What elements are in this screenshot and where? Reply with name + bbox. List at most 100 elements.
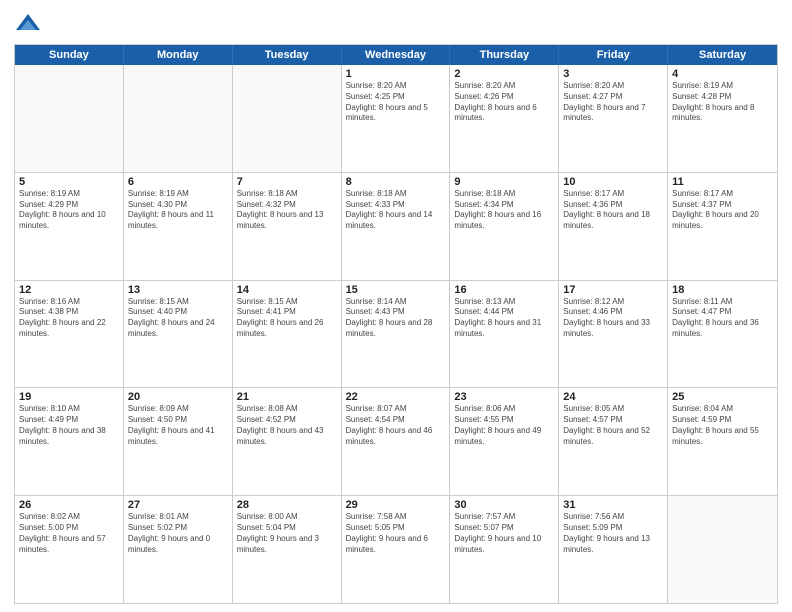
calendar-cell: 2Sunrise: 8:20 AM Sunset: 4:26 PM Daylig… [450, 65, 559, 172]
cell-info: Sunrise: 8:15 AM Sunset: 4:40 PM Dayligh… [128, 297, 228, 340]
day-number: 30 [454, 499, 554, 511]
calendar-cell: 15Sunrise: 8:14 AM Sunset: 4:43 PM Dayli… [342, 281, 451, 388]
logo-icon [14, 10, 42, 38]
calendar-week-4: 19Sunrise: 8:10 AM Sunset: 4:49 PM Dayli… [15, 387, 777, 495]
calendar-cell: 3Sunrise: 8:20 AM Sunset: 4:27 PM Daylig… [559, 65, 668, 172]
day-number: 4 [672, 68, 773, 80]
calendar-cell [15, 65, 124, 172]
day-number: 11 [672, 176, 773, 188]
cell-info: Sunrise: 7:57 AM Sunset: 5:07 PM Dayligh… [454, 512, 554, 555]
calendar-cell: 8Sunrise: 8:18 AM Sunset: 4:33 PM Daylig… [342, 173, 451, 280]
cell-info: Sunrise: 8:11 AM Sunset: 4:47 PM Dayligh… [672, 297, 773, 340]
day-number: 10 [563, 176, 663, 188]
calendar-cell: 27Sunrise: 8:01 AM Sunset: 5:02 PM Dayli… [124, 496, 233, 603]
calendar-cell: 26Sunrise: 8:02 AM Sunset: 5:00 PM Dayli… [15, 496, 124, 603]
calendar-cell: 19Sunrise: 8:10 AM Sunset: 4:49 PM Dayli… [15, 388, 124, 495]
calendar-week-5: 26Sunrise: 8:02 AM Sunset: 5:00 PM Dayli… [15, 495, 777, 603]
page: SundayMondayTuesdayWednesdayThursdayFrid… [0, 0, 792, 612]
cell-info: Sunrise: 8:16 AM Sunset: 4:38 PM Dayligh… [19, 297, 119, 340]
day-number: 12 [19, 284, 119, 296]
day-number: 9 [454, 176, 554, 188]
calendar-cell: 24Sunrise: 8:05 AM Sunset: 4:57 PM Dayli… [559, 388, 668, 495]
header-day-wednesday: Wednesday [342, 45, 451, 65]
cell-info: Sunrise: 8:20 AM Sunset: 4:25 PM Dayligh… [346, 81, 446, 124]
day-number: 17 [563, 284, 663, 296]
day-number: 5 [19, 176, 119, 188]
calendar-cell: 10Sunrise: 8:17 AM Sunset: 4:36 PM Dayli… [559, 173, 668, 280]
day-number: 27 [128, 499, 228, 511]
calendar-body: 1Sunrise: 8:20 AM Sunset: 4:25 PM Daylig… [15, 65, 777, 603]
cell-info: Sunrise: 8:01 AM Sunset: 5:02 PM Dayligh… [128, 512, 228, 555]
cell-info: Sunrise: 8:09 AM Sunset: 4:50 PM Dayligh… [128, 404, 228, 447]
cell-info: Sunrise: 8:10 AM Sunset: 4:49 PM Dayligh… [19, 404, 119, 447]
calendar-cell: 1Sunrise: 8:20 AM Sunset: 4:25 PM Daylig… [342, 65, 451, 172]
cell-info: Sunrise: 8:06 AM Sunset: 4:55 PM Dayligh… [454, 404, 554, 447]
cell-info: Sunrise: 8:13 AM Sunset: 4:44 PM Dayligh… [454, 297, 554, 340]
cell-info: Sunrise: 8:20 AM Sunset: 4:26 PM Dayligh… [454, 81, 554, 124]
cell-info: Sunrise: 8:04 AM Sunset: 4:59 PM Dayligh… [672, 404, 773, 447]
calendar-cell: 14Sunrise: 8:15 AM Sunset: 4:41 PM Dayli… [233, 281, 342, 388]
cell-info: Sunrise: 8:19 AM Sunset: 4:29 PM Dayligh… [19, 189, 119, 232]
calendar-cell: 9Sunrise: 8:18 AM Sunset: 4:34 PM Daylig… [450, 173, 559, 280]
day-number: 21 [237, 391, 337, 403]
calendar-cell: 17Sunrise: 8:12 AM Sunset: 4:46 PM Dayli… [559, 281, 668, 388]
cell-info: Sunrise: 8:18 AM Sunset: 4:34 PM Dayligh… [454, 189, 554, 232]
header-day-thursday: Thursday [450, 45, 559, 65]
day-number: 15 [346, 284, 446, 296]
cell-info: Sunrise: 8:07 AM Sunset: 4:54 PM Dayligh… [346, 404, 446, 447]
cell-info: Sunrise: 8:14 AM Sunset: 4:43 PM Dayligh… [346, 297, 446, 340]
cell-info: Sunrise: 7:58 AM Sunset: 5:05 PM Dayligh… [346, 512, 446, 555]
cell-info: Sunrise: 8:02 AM Sunset: 5:00 PM Dayligh… [19, 512, 119, 555]
calendar-cell: 12Sunrise: 8:16 AM Sunset: 4:38 PM Dayli… [15, 281, 124, 388]
header-day-tuesday: Tuesday [233, 45, 342, 65]
calendar-cell: 5Sunrise: 8:19 AM Sunset: 4:29 PM Daylig… [15, 173, 124, 280]
cell-info: Sunrise: 8:15 AM Sunset: 4:41 PM Dayligh… [237, 297, 337, 340]
calendar-week-3: 12Sunrise: 8:16 AM Sunset: 4:38 PM Dayli… [15, 280, 777, 388]
day-number: 28 [237, 499, 337, 511]
calendar-cell [233, 65, 342, 172]
cell-info: Sunrise: 8:19 AM Sunset: 4:28 PM Dayligh… [672, 81, 773, 124]
day-number: 20 [128, 391, 228, 403]
calendar-cell [668, 496, 777, 603]
calendar-cell: 13Sunrise: 8:15 AM Sunset: 4:40 PM Dayli… [124, 281, 233, 388]
cell-info: Sunrise: 8:18 AM Sunset: 4:33 PM Dayligh… [346, 189, 446, 232]
calendar-cell: 7Sunrise: 8:18 AM Sunset: 4:32 PM Daylig… [233, 173, 342, 280]
calendar-cell: 25Sunrise: 8:04 AM Sunset: 4:59 PM Dayli… [668, 388, 777, 495]
cell-info: Sunrise: 8:20 AM Sunset: 4:27 PM Dayligh… [563, 81, 663, 124]
calendar-cell: 31Sunrise: 7:56 AM Sunset: 5:09 PM Dayli… [559, 496, 668, 603]
calendar-cell: 30Sunrise: 7:57 AM Sunset: 5:07 PM Dayli… [450, 496, 559, 603]
header-day-monday: Monday [124, 45, 233, 65]
cell-info: Sunrise: 7:56 AM Sunset: 5:09 PM Dayligh… [563, 512, 663, 555]
calendar-cell: 11Sunrise: 8:17 AM Sunset: 4:37 PM Dayli… [668, 173, 777, 280]
calendar-cell: 16Sunrise: 8:13 AM Sunset: 4:44 PM Dayli… [450, 281, 559, 388]
calendar-header: SundayMondayTuesdayWednesdayThursdayFrid… [15, 45, 777, 65]
cell-info: Sunrise: 8:17 AM Sunset: 4:36 PM Dayligh… [563, 189, 663, 232]
header-day-sunday: Sunday [15, 45, 124, 65]
calendar-week-1: 1Sunrise: 8:20 AM Sunset: 4:25 PM Daylig… [15, 65, 777, 172]
day-number: 8 [346, 176, 446, 188]
cell-info: Sunrise: 8:19 AM Sunset: 4:30 PM Dayligh… [128, 189, 228, 232]
day-number: 6 [128, 176, 228, 188]
header-day-saturday: Saturday [668, 45, 777, 65]
day-number: 31 [563, 499, 663, 511]
day-number: 23 [454, 391, 554, 403]
calendar-cell: 6Sunrise: 8:19 AM Sunset: 4:30 PM Daylig… [124, 173, 233, 280]
calendar-cell: 4Sunrise: 8:19 AM Sunset: 4:28 PM Daylig… [668, 65, 777, 172]
cell-info: Sunrise: 8:00 AM Sunset: 5:04 PM Dayligh… [237, 512, 337, 555]
calendar-cell: 18Sunrise: 8:11 AM Sunset: 4:47 PM Dayli… [668, 281, 777, 388]
day-number: 22 [346, 391, 446, 403]
cell-info: Sunrise: 8:17 AM Sunset: 4:37 PM Dayligh… [672, 189, 773, 232]
calendar-cell: 21Sunrise: 8:08 AM Sunset: 4:52 PM Dayli… [233, 388, 342, 495]
calendar: SundayMondayTuesdayWednesdayThursdayFrid… [14, 44, 778, 604]
calendar-cell: 29Sunrise: 7:58 AM Sunset: 5:05 PM Dayli… [342, 496, 451, 603]
day-number: 3 [563, 68, 663, 80]
day-number: 7 [237, 176, 337, 188]
header [14, 10, 778, 38]
cell-info: Sunrise: 8:12 AM Sunset: 4:46 PM Dayligh… [563, 297, 663, 340]
day-number: 29 [346, 499, 446, 511]
day-number: 14 [237, 284, 337, 296]
day-number: 18 [672, 284, 773, 296]
calendar-cell: 20Sunrise: 8:09 AM Sunset: 4:50 PM Dayli… [124, 388, 233, 495]
day-number: 1 [346, 68, 446, 80]
day-number: 19 [19, 391, 119, 403]
